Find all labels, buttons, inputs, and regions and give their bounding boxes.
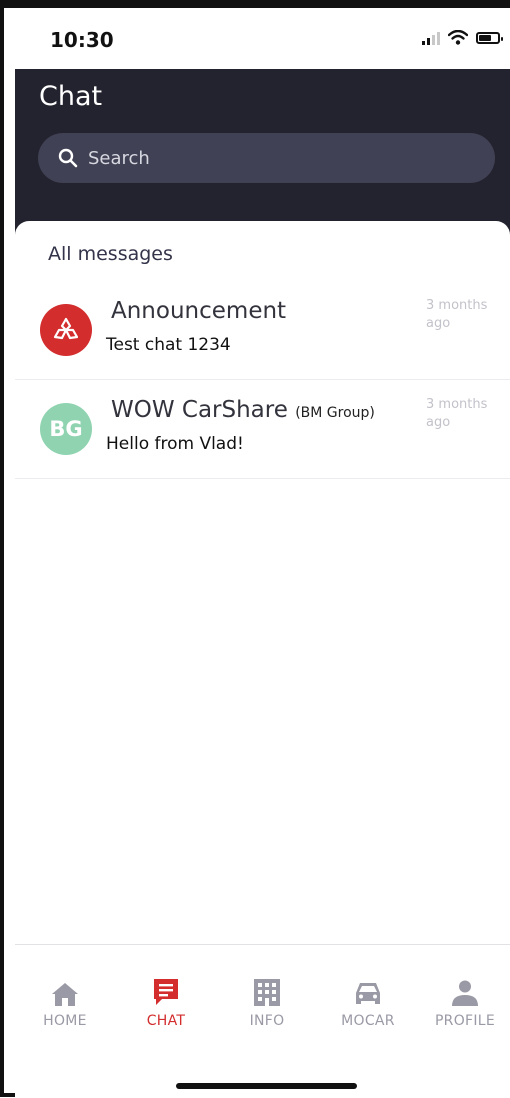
tab-info[interactable]: INFO: [222, 973, 312, 1029]
chat-group: (BM Group): [295, 405, 375, 421]
avatar: BG: [40, 403, 92, 455]
page-title: Chat: [39, 81, 103, 112]
status-bar: 10:30: [4, 8, 510, 69]
battery-icon: [476, 31, 503, 44]
chat-name: Announcement: [111, 298, 287, 324]
avatar: [40, 304, 92, 356]
chat-preview: Test chat 1234: [106, 335, 231, 355]
chat-time: 3 months ago: [426, 397, 488, 430]
tab-profile[interactable]: PROFILE: [420, 973, 510, 1029]
tab-label: PROFILE: [434, 1013, 496, 1029]
car-icon: [356, 983, 380, 1004]
tab-home[interactable]: HOME: [20, 973, 110, 1029]
chat-header: Chat: [15, 69, 510, 239]
tab-label: HOME: [43, 1013, 87, 1029]
announcement-logo-icon: [53, 317, 79, 340]
search-icon: [58, 148, 78, 168]
wifi-icon: [448, 30, 468, 45]
home-indicator[interactable]: [176, 1083, 357, 1089]
chat-list-item[interactable]: BG WOW CarShare (BM Group) Hello from Vl…: [15, 379, 510, 479]
search-bar[interactable]: [38, 133, 495, 183]
signal-icon: [422, 31, 440, 45]
profile-icon: [452, 980, 478, 1006]
tab-label: INFO: [249, 1013, 285, 1029]
home-icon: [52, 983, 78, 1006]
avatar-initials: BG: [49, 417, 83, 441]
chat-time: 3 months ago: [426, 298, 488, 331]
tab-label: MOCAR: [341, 1013, 395, 1029]
chat-name: WOW CarShare (BM Group): [111, 397, 375, 423]
bottom-tab-bar: HOME CHAT INFO MOCAR PROFILE: [15, 944, 510, 1098]
chat-list-item[interactable]: Announcement Test chat 1234 3 months ago: [15, 280, 510, 380]
section-label: All messages: [48, 243, 173, 265]
search-input[interactable]: [88, 133, 468, 183]
chat-preview: Hello from Vlad!: [106, 434, 244, 454]
chat-icon: [154, 979, 178, 1005]
tab-chat[interactable]: CHAT: [121, 973, 211, 1029]
tab-mocar[interactable]: MOCAR: [323, 973, 413, 1029]
info-building-icon: [254, 979, 280, 1006]
status-icons: [422, 30, 503, 45]
status-time: 10:30: [50, 28, 114, 52]
messages-panel: All messages Announcement Test chat 1234…: [15, 221, 510, 945]
tab-label: CHAT: [146, 1013, 186, 1029]
